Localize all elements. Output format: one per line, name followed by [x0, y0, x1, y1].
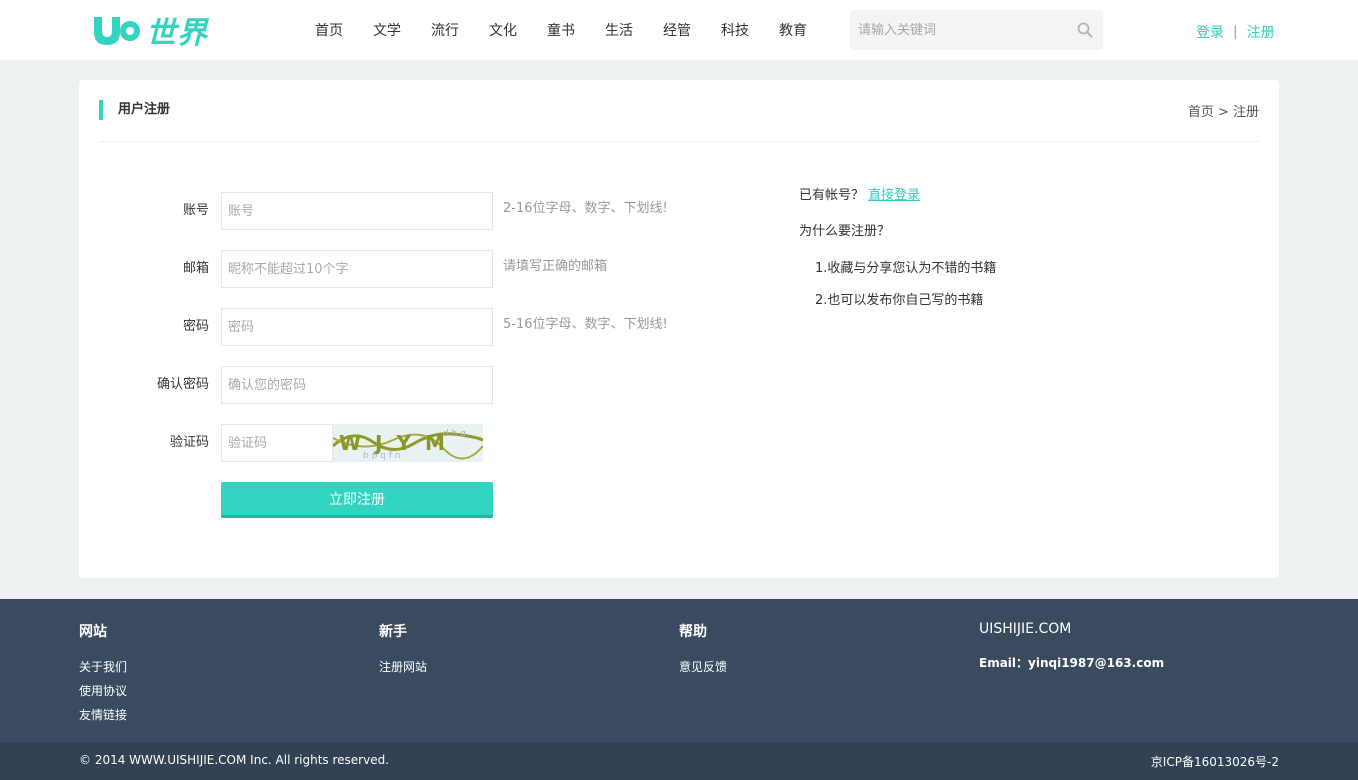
footer-link-terms[interactable]: 使用协议	[79, 679, 127, 703]
nav-popular[interactable]: 流行	[416, 20, 474, 40]
account-label: 账号	[182, 203, 209, 218]
confirm-password-row: 确认密码	[79, 366, 779, 404]
email-hint: 请填写正确的邮箱	[503, 259, 608, 274]
site-header: 世界 首页 文学 流行 文化 童书 生活 经管 科技 教育 登录 | 注册	[0, 0, 1358, 60]
register-card: 用户注册 首页 > 注册 账号 2-16位字母、数字、下划线! 邮箱 请填写正确…	[79, 80, 1279, 578]
site-logo[interactable]: 世界	[92, 10, 208, 51]
email-input[interactable]	[221, 250, 493, 288]
search-input[interactable]	[850, 10, 1065, 50]
footer-col-contact: UISHIJIE.COM Email：yinqi1987@163.com	[979, 621, 1164, 675]
reason-item: 2.也可以发布你自己写的书籍	[815, 293, 984, 308]
email-label: 邮箱	[182, 261, 209, 276]
password-row: 密码 5-16位字母、数字、下划线!	[79, 308, 779, 346]
confirm-password-label: 确认密码	[156, 377, 209, 392]
email-row: 邮箱 请填写正确的邮箱	[79, 250, 779, 288]
card-header: 用户注册 首页 > 注册	[99, 80, 1259, 142]
footer-col-title: 新手	[379, 624, 407, 640]
captcha-input[interactable]	[221, 424, 333, 462]
captcha-label: 验证码	[169, 435, 209, 450]
confirm-password-input[interactable]	[221, 366, 493, 404]
footer-link-feedback[interactable]: 意见反馈	[679, 655, 727, 679]
nav-business[interactable]: 经管	[648, 20, 706, 40]
footer-link-register[interactable]: 注册网站	[379, 655, 427, 679]
nav-life[interactable]: 生活	[590, 20, 648, 40]
password-input[interactable]	[221, 308, 493, 346]
nav-culture[interactable]: 文化	[474, 20, 532, 40]
svg-text:d h q: d h q	[443, 429, 466, 439]
have-account-text: 已有帐号？	[799, 188, 865, 203]
register-submit-button[interactable]: 立即注册	[221, 482, 493, 518]
account-hint: 2-16位字母、数字、下划线!	[503, 201, 668, 216]
main-nav: 首页 文学 流行 文化 童书 生活 经管 科技 教育	[300, 0, 822, 60]
nav-education[interactable]: 教育	[764, 20, 822, 40]
register-link[interactable]: 注册	[1247, 22, 1275, 42]
nav-children[interactable]: 童书	[532, 20, 590, 40]
svg-text:b p q f n: b p q f n	[363, 451, 400, 461]
icp-text: 京ICP备16013026号-2	[1150, 755, 1279, 769]
captcha-image[interactable]: WJYM b p q f n d h q	[333, 424, 483, 462]
site-footer: 网站 关于我们 使用协议 友情链接 新手 注册网站 帮助 意见反馈 UISHIJ…	[0, 599, 1358, 742]
copyright-text: © 2014 WWW.UISHIJIE.COM Inc. All rights …	[79, 753, 390, 767]
footer-email: Email：yinqi1987@163.com	[979, 656, 1165, 670]
have-account-line: 已有帐号？ 直接登录	[799, 184, 920, 203]
link-separator: |	[1233, 24, 1238, 40]
captcha-row: 验证码 WJYM b p q f n d h q	[79, 424, 779, 462]
search-icon[interactable]	[1077, 22, 1093, 38]
logo-icon	[92, 13, 140, 47]
account-input[interactable]	[221, 192, 493, 230]
footer-col-newbie: 新手 注册网站	[379, 621, 427, 679]
nav-literature[interactable]: 文学	[358, 20, 416, 40]
password-label: 密码	[182, 319, 209, 334]
search-box	[850, 10, 1103, 50]
nav-tech[interactable]: 科技	[706, 20, 764, 40]
page-title: 用户注册	[99, 100, 170, 120]
login-link[interactable]: 登录	[1196, 22, 1224, 42]
nav-home[interactable]: 首页	[300, 20, 358, 40]
footer-col-title: 网站	[79, 624, 107, 640]
why-register-title: 为什么要注册？	[799, 224, 891, 239]
password-hint: 5-16位字母、数字、下划线!	[503, 317, 668, 332]
user-links: 登录 | 注册	[1196, 22, 1275, 42]
footer-col-site: 网站 关于我们 使用协议 友情链接	[79, 621, 127, 727]
copyright-bar: © 2014 WWW.UISHIJIE.COM Inc. All rights …	[0, 742, 1358, 780]
footer-col-help: 帮助 意见反馈	[679, 621, 727, 679]
account-row: 账号 2-16位字母、数字、下划线!	[79, 192, 779, 230]
footer-col-title: UISHIJIE.COM	[979, 621, 1072, 637]
footer-col-title: 帮助	[679, 624, 707, 640]
logo-text: 世界	[146, 16, 208, 51]
reason-item: 1.收藏与分享您认为不错的书籍	[815, 261, 997, 276]
breadcrumb: 首页 > 注册	[1187, 105, 1259, 120]
footer-link-about[interactable]: 关于我们	[79, 655, 127, 679]
footer-link-friends[interactable]: 友情链接	[79, 703, 127, 727]
direct-login-link[interactable]: 直接登录	[868, 188, 920, 203]
